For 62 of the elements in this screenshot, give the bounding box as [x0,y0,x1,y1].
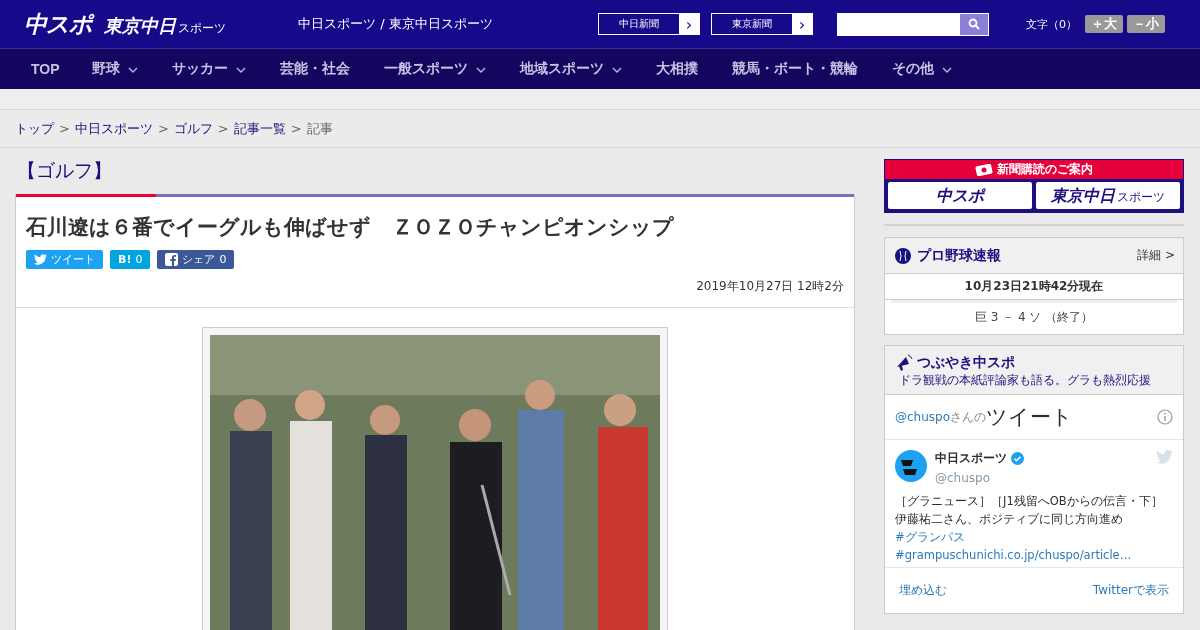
banner-title: 新聞購読のご案内 [997,161,1093,178]
search-icon [968,18,980,30]
nav-item[interactable]: 競馬・ボート・競輪 [731,60,858,78]
heading-suffix: さんの [950,408,987,424]
hashtag-link[interactable]: #グランパス [895,530,965,544]
search-field[interactable] [837,12,989,36]
newspaper-link[interactable]: 中日新聞 › [598,13,700,35]
view-on-twitter-link[interactable]: Twitterで表示 [1092,582,1169,599]
caret-icon[interactable] [127,67,138,73]
nav-item[interactable]: 地域スポーツ [519,60,622,78]
breadcrumb-link[interactable]: 記事一覧 [233,119,286,138]
details-link[interactable]: 詳細 > [1137,247,1175,264]
info-icon[interactable] [1157,409,1173,425]
megaphone-icon [895,354,913,372]
update-time: 10月23日21時42分現在 [885,274,1183,300]
breadcrumb-link[interactable]: 中日スポーツ [74,119,153,138]
nav-item[interactable]: TOP [31,61,60,77]
nav-item[interactable]: 大相撲 [655,60,698,78]
breadcrumb-separator: > [290,121,302,136]
publish-date: 2019年10月27日 12時2分 [695,278,844,295]
breadcrumb-separator: > [59,121,70,136]
game-score[interactable]: 巨 3 － 4 ソ （終了） [891,300,1177,334]
caret-icon[interactable] [235,67,246,73]
facebook-icon [165,253,179,266]
caret-icon[interactable] [941,67,952,73]
panel-title: つぶやき中スポ [917,354,1015,372]
panel-title: プロ野球速報 [917,246,1002,265]
baseball-icon [895,247,911,264]
chuspo-logo[interactable]: 中スポ [888,182,1032,209]
current-page-label: 記事 [306,119,333,138]
site-name: 中日スポーツ / 東京中日スポーツ [298,15,494,33]
nav-item[interactable]: その他 [891,60,952,78]
font-size-label: 文字（0） [1026,16,1077,32]
tokyo-chunichi-logo[interactable]: 東京中日スポーツ [104,13,226,38]
account-link[interactable]: @chuspo [895,410,951,424]
newspaper-link[interactable]: 東京新聞 › [711,13,813,35]
breadcrumb-separator: > [217,121,229,136]
caret-icon[interactable] [475,67,486,73]
embed-link[interactable]: 埋め込む [899,582,947,599]
ticket-icon [975,163,993,176]
breadcrumb-link[interactable]: トップ [15,119,54,138]
tokyo-chunichi-logo[interactable]: 東京中日スポーツ [1036,182,1180,209]
avatar-icon[interactable] [895,450,927,482]
bird-icon [34,254,47,265]
article-title: 石川遼は６番でイーグルも伸ばせず ＺＯＺＯチャンピオンシップ [26,214,675,241]
nav-item[interactable]: 野球 [91,60,138,78]
nav-item[interactable]: 一般スポーツ [383,60,486,78]
category-title: 【ゴルフ】 [16,158,113,183]
nav-item[interactable]: サッカー [171,60,246,78]
subscription-banner[interactable]: 新聞購読のご案内 中スポ 東京中日スポーツ [884,159,1184,213]
share-button[interactable]: シェア 0 [157,250,235,269]
account-name[interactable]: 中日スポーツ [935,450,1007,467]
caret-icon[interactable] [611,67,622,73]
hashtag-link[interactable]: #grampuschunichi.co.jp/chuspo/article… [895,548,1132,562]
breadcrumb-separator: > [157,121,169,136]
timeline-heading: ツイート [986,404,1075,431]
panel-subtitle: ドラ観戦の本紙評論家も語る。グラも熱烈応援 [898,372,1152,389]
search-button[interactable] [960,13,988,35]
tweet-text: ［グラニュース］［J1残留へOBからの伝言・下］伊藤祐二さん、ポジティブに同じ方向進め #グランパス #grampuschunichi.co.jp/chuspo/article… [895,493,1164,564]
breadcrumb-link[interactable]: ゴルフ [173,119,213,138]
verified-icon [1011,452,1024,465]
nav-item[interactable]: 芸能・社会 [279,60,350,78]
